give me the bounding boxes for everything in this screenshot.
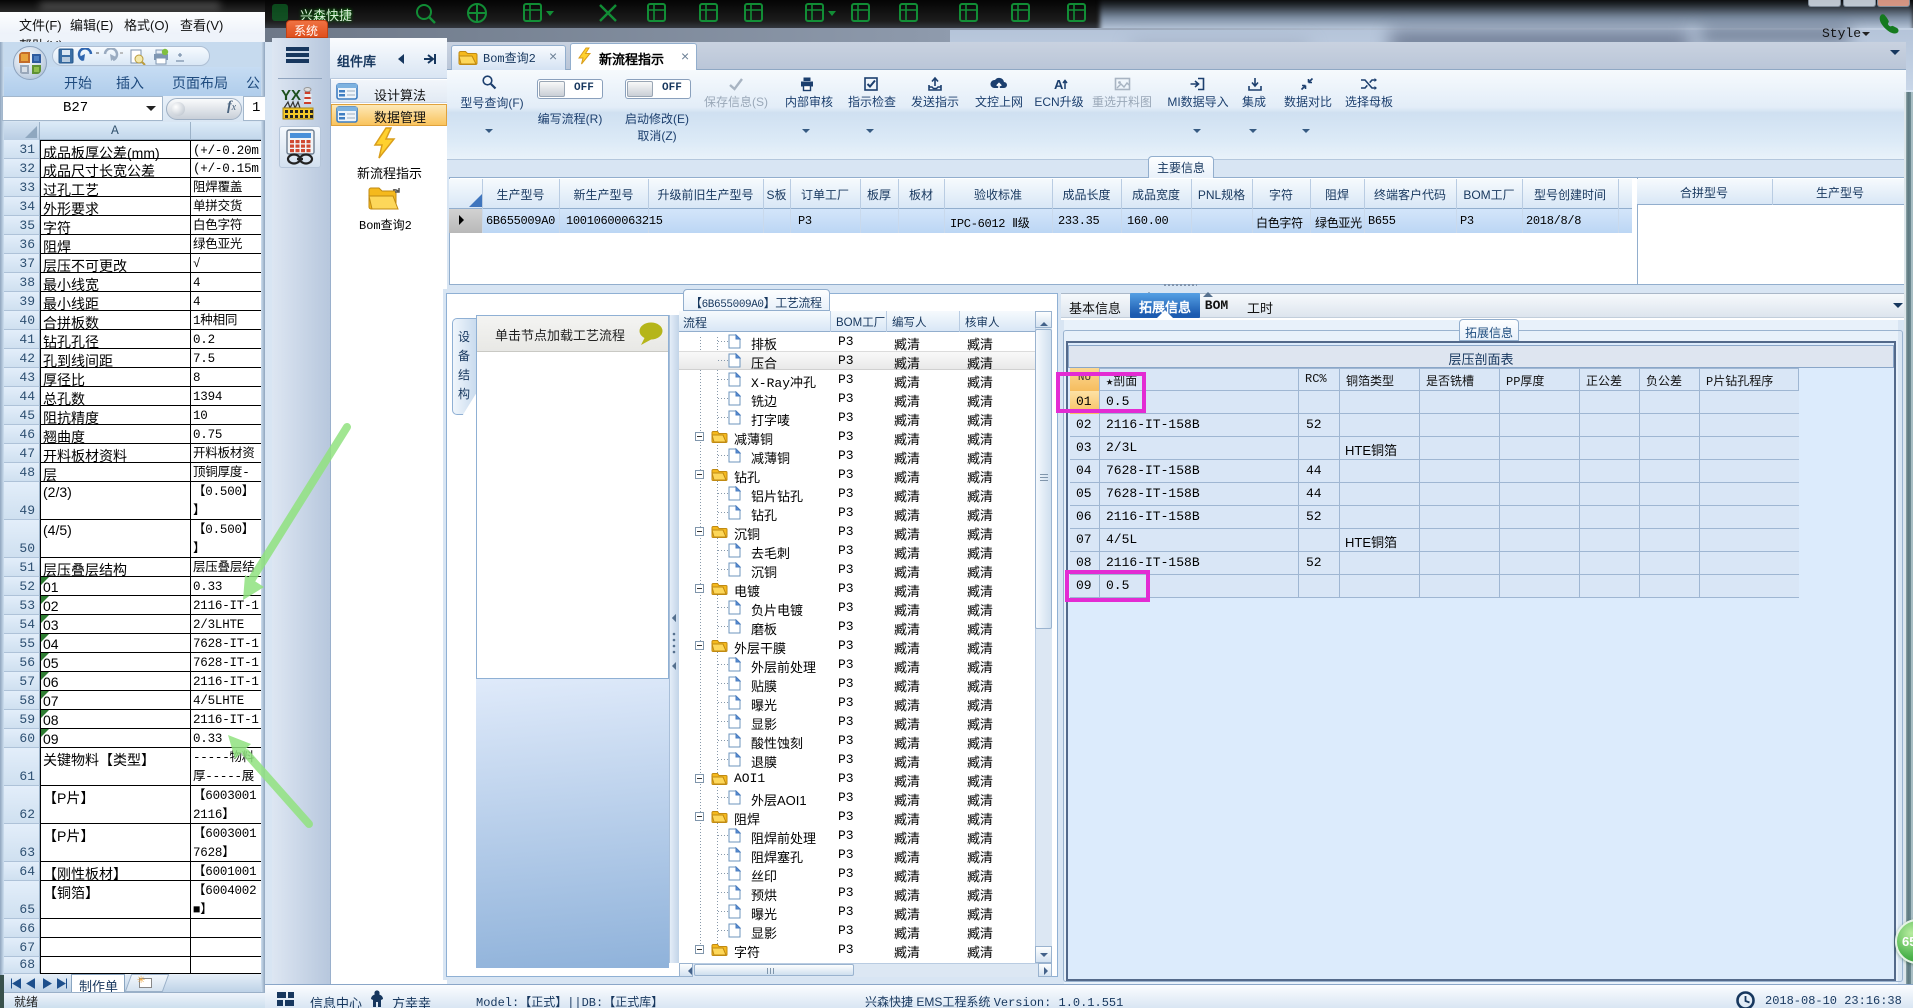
svg-text:A: A — [1054, 77, 1064, 92]
